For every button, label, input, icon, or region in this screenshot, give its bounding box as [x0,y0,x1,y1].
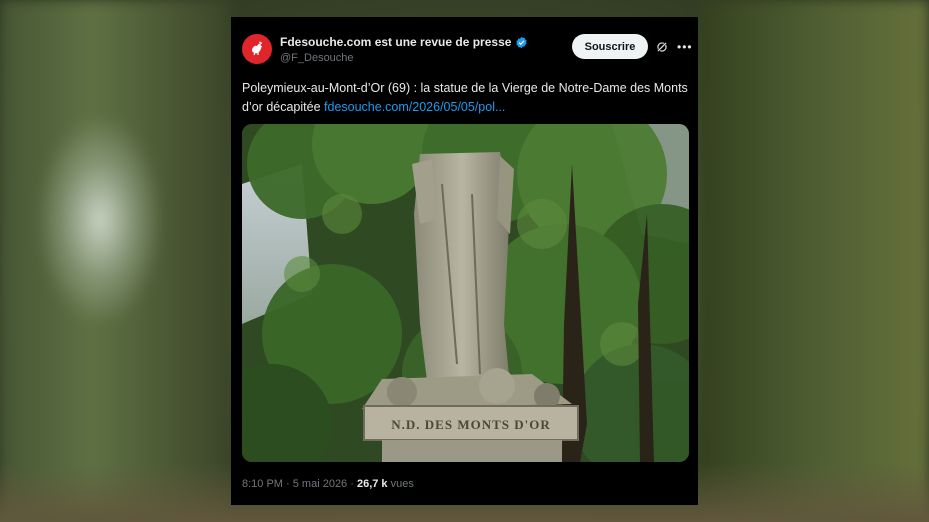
subscribe-button[interactable]: Souscrire [572,34,648,59]
background-blur-left [0,0,230,522]
background-blur-right [699,0,929,522]
tweet-footer: 8:10 PM · 5 mai 2026 · 26,7 k vues [242,478,414,490]
statue-photo: N.D. DES MONTS D'OR [242,124,689,462]
verified-badge-icon [516,36,528,48]
views-count: 26,7 k [356,478,388,490]
grok-icon[interactable] [655,40,669,54]
tweet-date[interactable]: 5 mai 2026 [293,478,347,490]
avatar[interactable] [242,34,272,64]
author-display-name[interactable]: Fdesouche.com est une revue de presse [280,35,511,49]
tweet-time[interactable]: 8:10 PM [242,478,283,490]
tweet-link[interactable]: fdesouche.com/2026/05/05/pol... [324,100,505,114]
tweet-card: Fdesouche.com est une revue de presse @F… [231,17,698,505]
author-handle[interactable]: @F_Desouche [280,52,354,64]
rooster-logo-icon [248,40,266,58]
views-label: vues [390,478,414,490]
pedestal-inscription: N.D. DES MONTS D'OR [391,417,551,432]
meta-separator: · [347,478,357,490]
author-name-row: Fdesouche.com est une revue de presse [280,35,528,49]
tweet-media-image[interactable]: N.D. DES MONTS D'OR [242,124,689,462]
meta-separator: · [282,478,293,490]
more-options-icon[interactable]: ••• [677,41,693,53]
tweet-text: Poleymieux-au-Mont-d’Or (69) : la statue… [242,79,690,117]
